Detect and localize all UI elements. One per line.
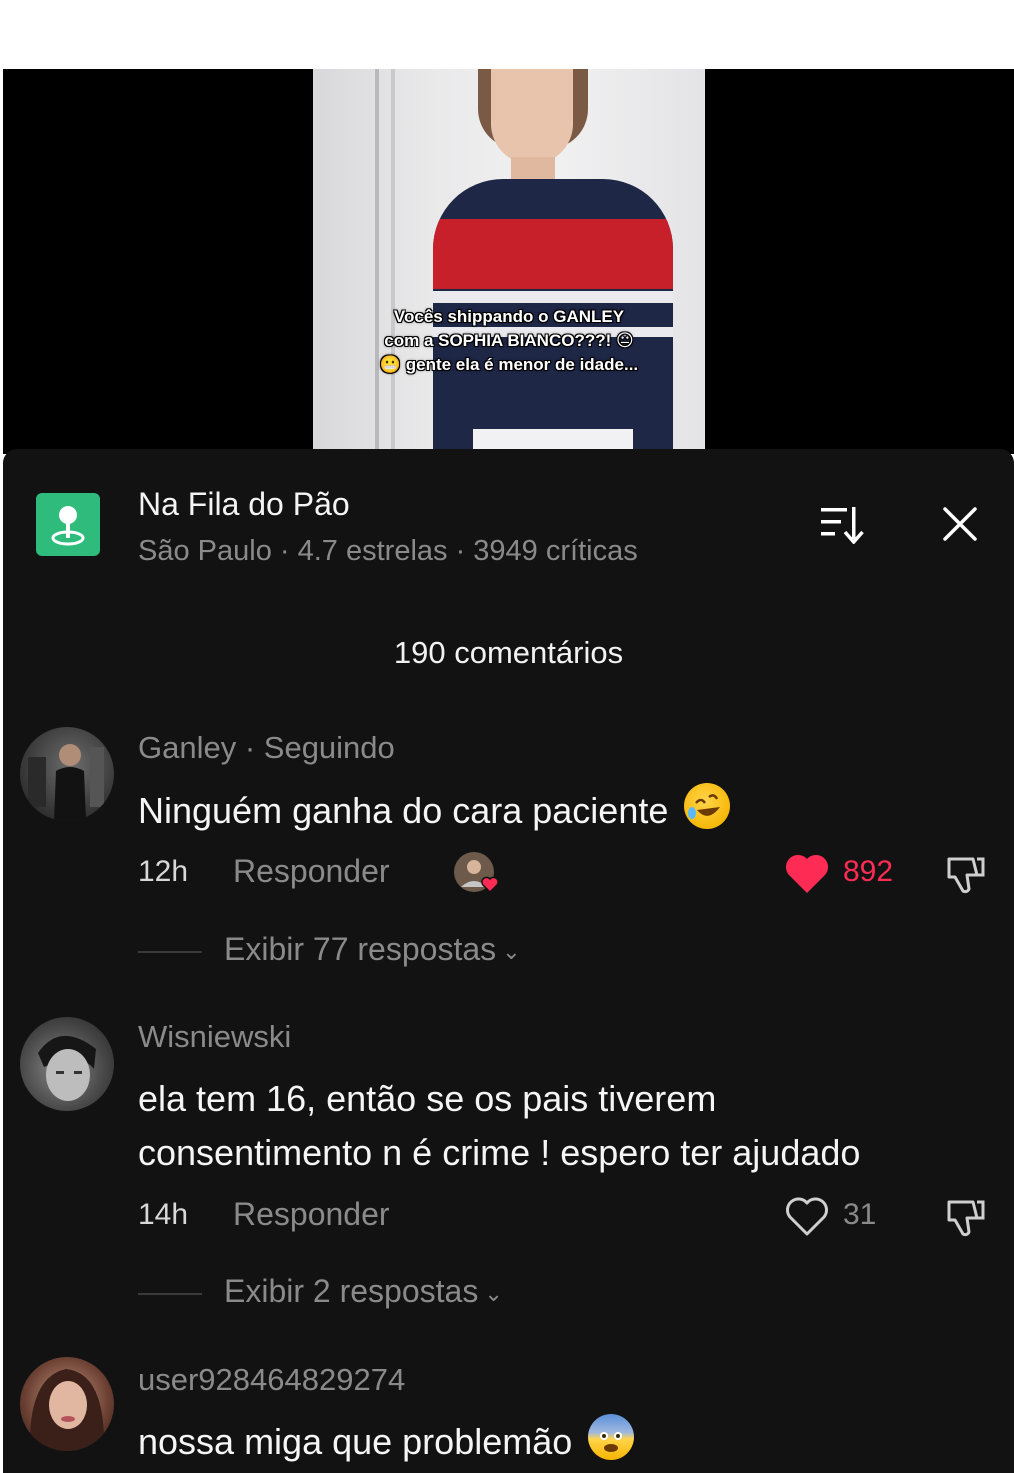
comment-username[interactable]: Ganley · Seguindo: [138, 730, 395, 766]
heart-outline-icon[interactable]: [783, 1194, 831, 1238]
sweater-stripe: [433, 219, 673, 289]
chevron-down-icon: ⌄: [502, 938, 521, 964]
chevron-down-icon: ⌄: [484, 1280, 503, 1306]
comment-text-line: consentimento n é crime ! espero ter aju…: [138, 1132, 861, 1173]
face: [491, 69, 573, 164]
comment-text-line: ela tem 16, então se os pais tiverem: [138, 1078, 717, 1119]
like-count: 31: [843, 1198, 877, 1231]
video-frame: Vocês shippando o GANLEY com a SOPHIA BI…: [313, 69, 705, 454]
comments-count: 190 comentários: [393, 635, 624, 670]
comment-username[interactable]: Wisniewski: [138, 1019, 291, 1055]
reply-button[interactable]: Responder: [233, 853, 390, 890]
view-replies-label: Exibir 2 respostas: [224, 1273, 479, 1309]
comment-text: nossa miga que problemão: [138, 1414, 635, 1469]
sweater-stripe: [433, 291, 673, 303]
comment-text: Ninguém ganha do cara paciente: [138, 783, 731, 838]
comments-sheet: Na Fila do Pão São Paulo · 4.7 estrelas …: [3, 449, 1014, 1473]
divider: [138, 951, 202, 953]
view-replies-button[interactable]: Exibir 2 respostas ⌄: [224, 1273, 503, 1310]
door-edge: [375, 69, 379, 454]
comment-text-content: nossa miga que problemão: [138, 1421, 573, 1462]
thumbs-down-icon[interactable]: [943, 851, 989, 897]
like-count: 892: [843, 855, 894, 888]
view-replies-label: Exibir 77 respostas: [224, 931, 497, 967]
comment-text: ela tem 16, então se os pais tiverem con…: [138, 1072, 860, 1180]
place-meta: São Paulo · 4.7 estrelas · 3949 críticas: [138, 535, 638, 567]
caption-line: com a SOPHIA BIANCO???! 😐: [384, 331, 634, 350]
view-replies-button[interactable]: Exibir 77 respostas ⌄: [224, 931, 521, 968]
rolling-on-floor-laughing-emoji: [684, 783, 731, 829]
comment-text-content: Ninguém ganha do cara paciente: [138, 790, 669, 831]
place-name[interactable]: Na Fila do Pão: [138, 486, 350, 523]
caption-line: Vocês shippando o GANLEY: [393, 307, 625, 326]
sort-icon[interactable]: [819, 504, 869, 545]
video-player[interactable]: Vocês shippando o GANLEY com a SOPHIA BI…: [3, 69, 1014, 454]
close-icon[interactable]: [941, 505, 979, 543]
fearful-face-emoji: [588, 1414, 635, 1460]
video-caption: Vocês shippando o GANLEY com a SOPHIA BI…: [313, 305, 705, 377]
comment-time: 14h: [138, 1198, 189, 1231]
comment-time: 12h: [138, 855, 189, 888]
heart-filled-icon[interactable]: [783, 851, 831, 895]
avatar[interactable]: [20, 1357, 114, 1451]
avatar[interactable]: [20, 727, 114, 821]
creator-liked-badge: [453, 851, 501, 897]
person-figure: [433, 69, 673, 454]
thumbs-down-icon[interactable]: [943, 1194, 989, 1240]
map-pin-icon[interactable]: [36, 493, 100, 556]
comment-username[interactable]: user928464829274: [138, 1362, 405, 1398]
caption-line: 😬 gente ela é menor de idade...: [379, 355, 639, 374]
door-edge: [391, 69, 395, 454]
reply-button[interactable]: Responder: [233, 1196, 390, 1233]
divider: [138, 1293, 202, 1295]
avatar[interactable]: [20, 1017, 114, 1111]
